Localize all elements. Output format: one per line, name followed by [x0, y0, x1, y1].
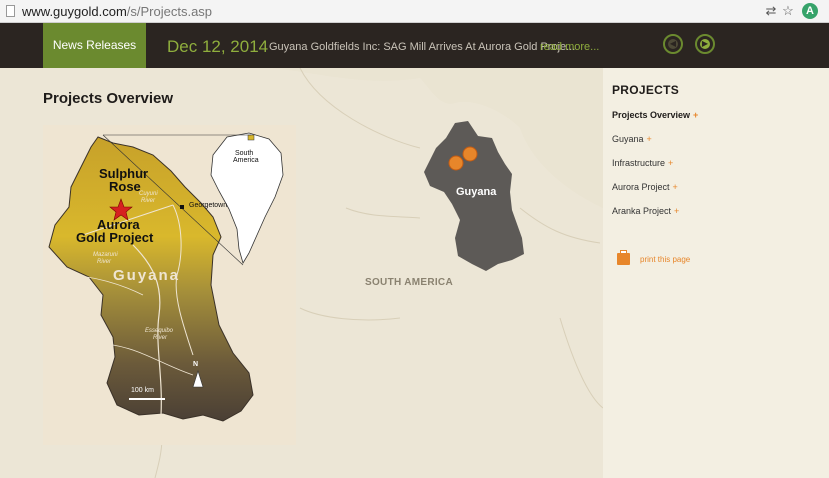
inset-map: Sulphur Rose Aurora Gold Project Georget…: [43, 125, 296, 445]
news-headline[interactable]: Guyana Goldfields Inc: SAG Mill Arrives …: [269, 41, 575, 53]
plus-icon: +: [674, 206, 680, 216]
prev-news-button[interactable]: ◀: [663, 34, 683, 54]
south-america-label: SOUTH AMERICA: [365, 277, 453, 288]
inset-label-essequibo-river: River: [153, 335, 168, 341]
news-date: Dec 12, 2014: [167, 37, 269, 56]
sidebar-item-label: Guyana: [612, 134, 644, 144]
inset-label-mazaruni: Mazaruni: [93, 252, 118, 258]
extension-icon[interactable]: A: [802, 3, 818, 19]
arrow-right-icon: ▶: [700, 39, 710, 49]
inset-label-rose: Rose: [109, 179, 141, 194]
inset-label-america: America: [233, 157, 259, 164]
sidebar-item-label: Projects Overview: [612, 110, 691, 120]
inset-label-georgetown: Georgetown: [189, 202, 228, 209]
url-host: www.guygold.com: [22, 4, 127, 19]
inset-scale: 100 km: [131, 387, 154, 394]
arrow-left-icon: ◀: [668, 39, 678, 49]
inset-label-south: South: [235, 150, 254, 157]
sidebar-item-guyana[interactable]: Guyana +: [612, 134, 652, 144]
printer-icon[interactable]: [617, 250, 630, 265]
page-icon: [6, 5, 15, 17]
inset-label-cuyuni: Cuyuni: [139, 191, 158, 197]
inset-label-mazaruni-river: River: [97, 259, 112, 265]
browser-address-bar[interactable]: www.guygold.com/s/Projects.asp ⇄ ☆ A: [0, 0, 829, 23]
plus-icon: +: [668, 158, 674, 168]
guyana-map-label: Guyana: [456, 186, 497, 198]
sidebar-item-label: Aranka Project: [612, 206, 672, 216]
url-path: /s/Projects.asp: [126, 4, 213, 19]
projects-sidebar: PROJECTS Projects Overview + Guyana + Infr…: [603, 68, 829, 478]
sidebar-item-aranka-project[interactable]: Aranka Project +: [612, 206, 679, 216]
read-more-link[interactable]: read more...: [540, 41, 599, 53]
sidebar-item-infrastructure[interactable]: Infrastructure +: [612, 158, 673, 168]
inset-label-gold-project: Gold Project: [76, 230, 154, 245]
plus-icon: +: [672, 182, 678, 192]
inset-label-essequibo: Essequibo: [145, 328, 174, 334]
plus-icon: +: [646, 134, 652, 144]
sidebar-item-projects-overview[interactable]: Projects Overview +: [612, 110, 698, 120]
star-icon[interactable]: ☆: [781, 4, 795, 18]
print-page-link[interactable]: print this page: [640, 255, 690, 264]
project-marker-2: [462, 146, 478, 162]
translate-icon[interactable]: ⇄: [764, 4, 778, 18]
sidebar-item-label: Aurora Project: [612, 182, 670, 192]
url-text[interactable]: www.guygold.com/s/Projects.asp: [22, 4, 212, 19]
news-bar: News Releases Dec 12, 2014 Guyana Goldfi…: [0, 23, 829, 68]
inset-label-cuyuni-river: River: [141, 198, 156, 204]
inset-label-guyana: Guyana: [113, 267, 181, 284]
next-news-button[interactable]: ▶: [695, 34, 715, 54]
sidebar-title: PROJECTS: [612, 83, 680, 97]
inset-north: N: [193, 361, 199, 368]
page-title: Projects Overview: [43, 90, 174, 107]
sidebar-item-aurora-project[interactable]: Aurora Project +: [612, 182, 678, 192]
plus-icon: +: [693, 110, 699, 120]
project-marker-1: [448, 155, 464, 171]
news-releases-tab[interactable]: News Releases: [43, 23, 146, 68]
sidebar-item-label: Infrastructure: [612, 158, 666, 168]
inset-svg: [48, 132, 284, 422]
